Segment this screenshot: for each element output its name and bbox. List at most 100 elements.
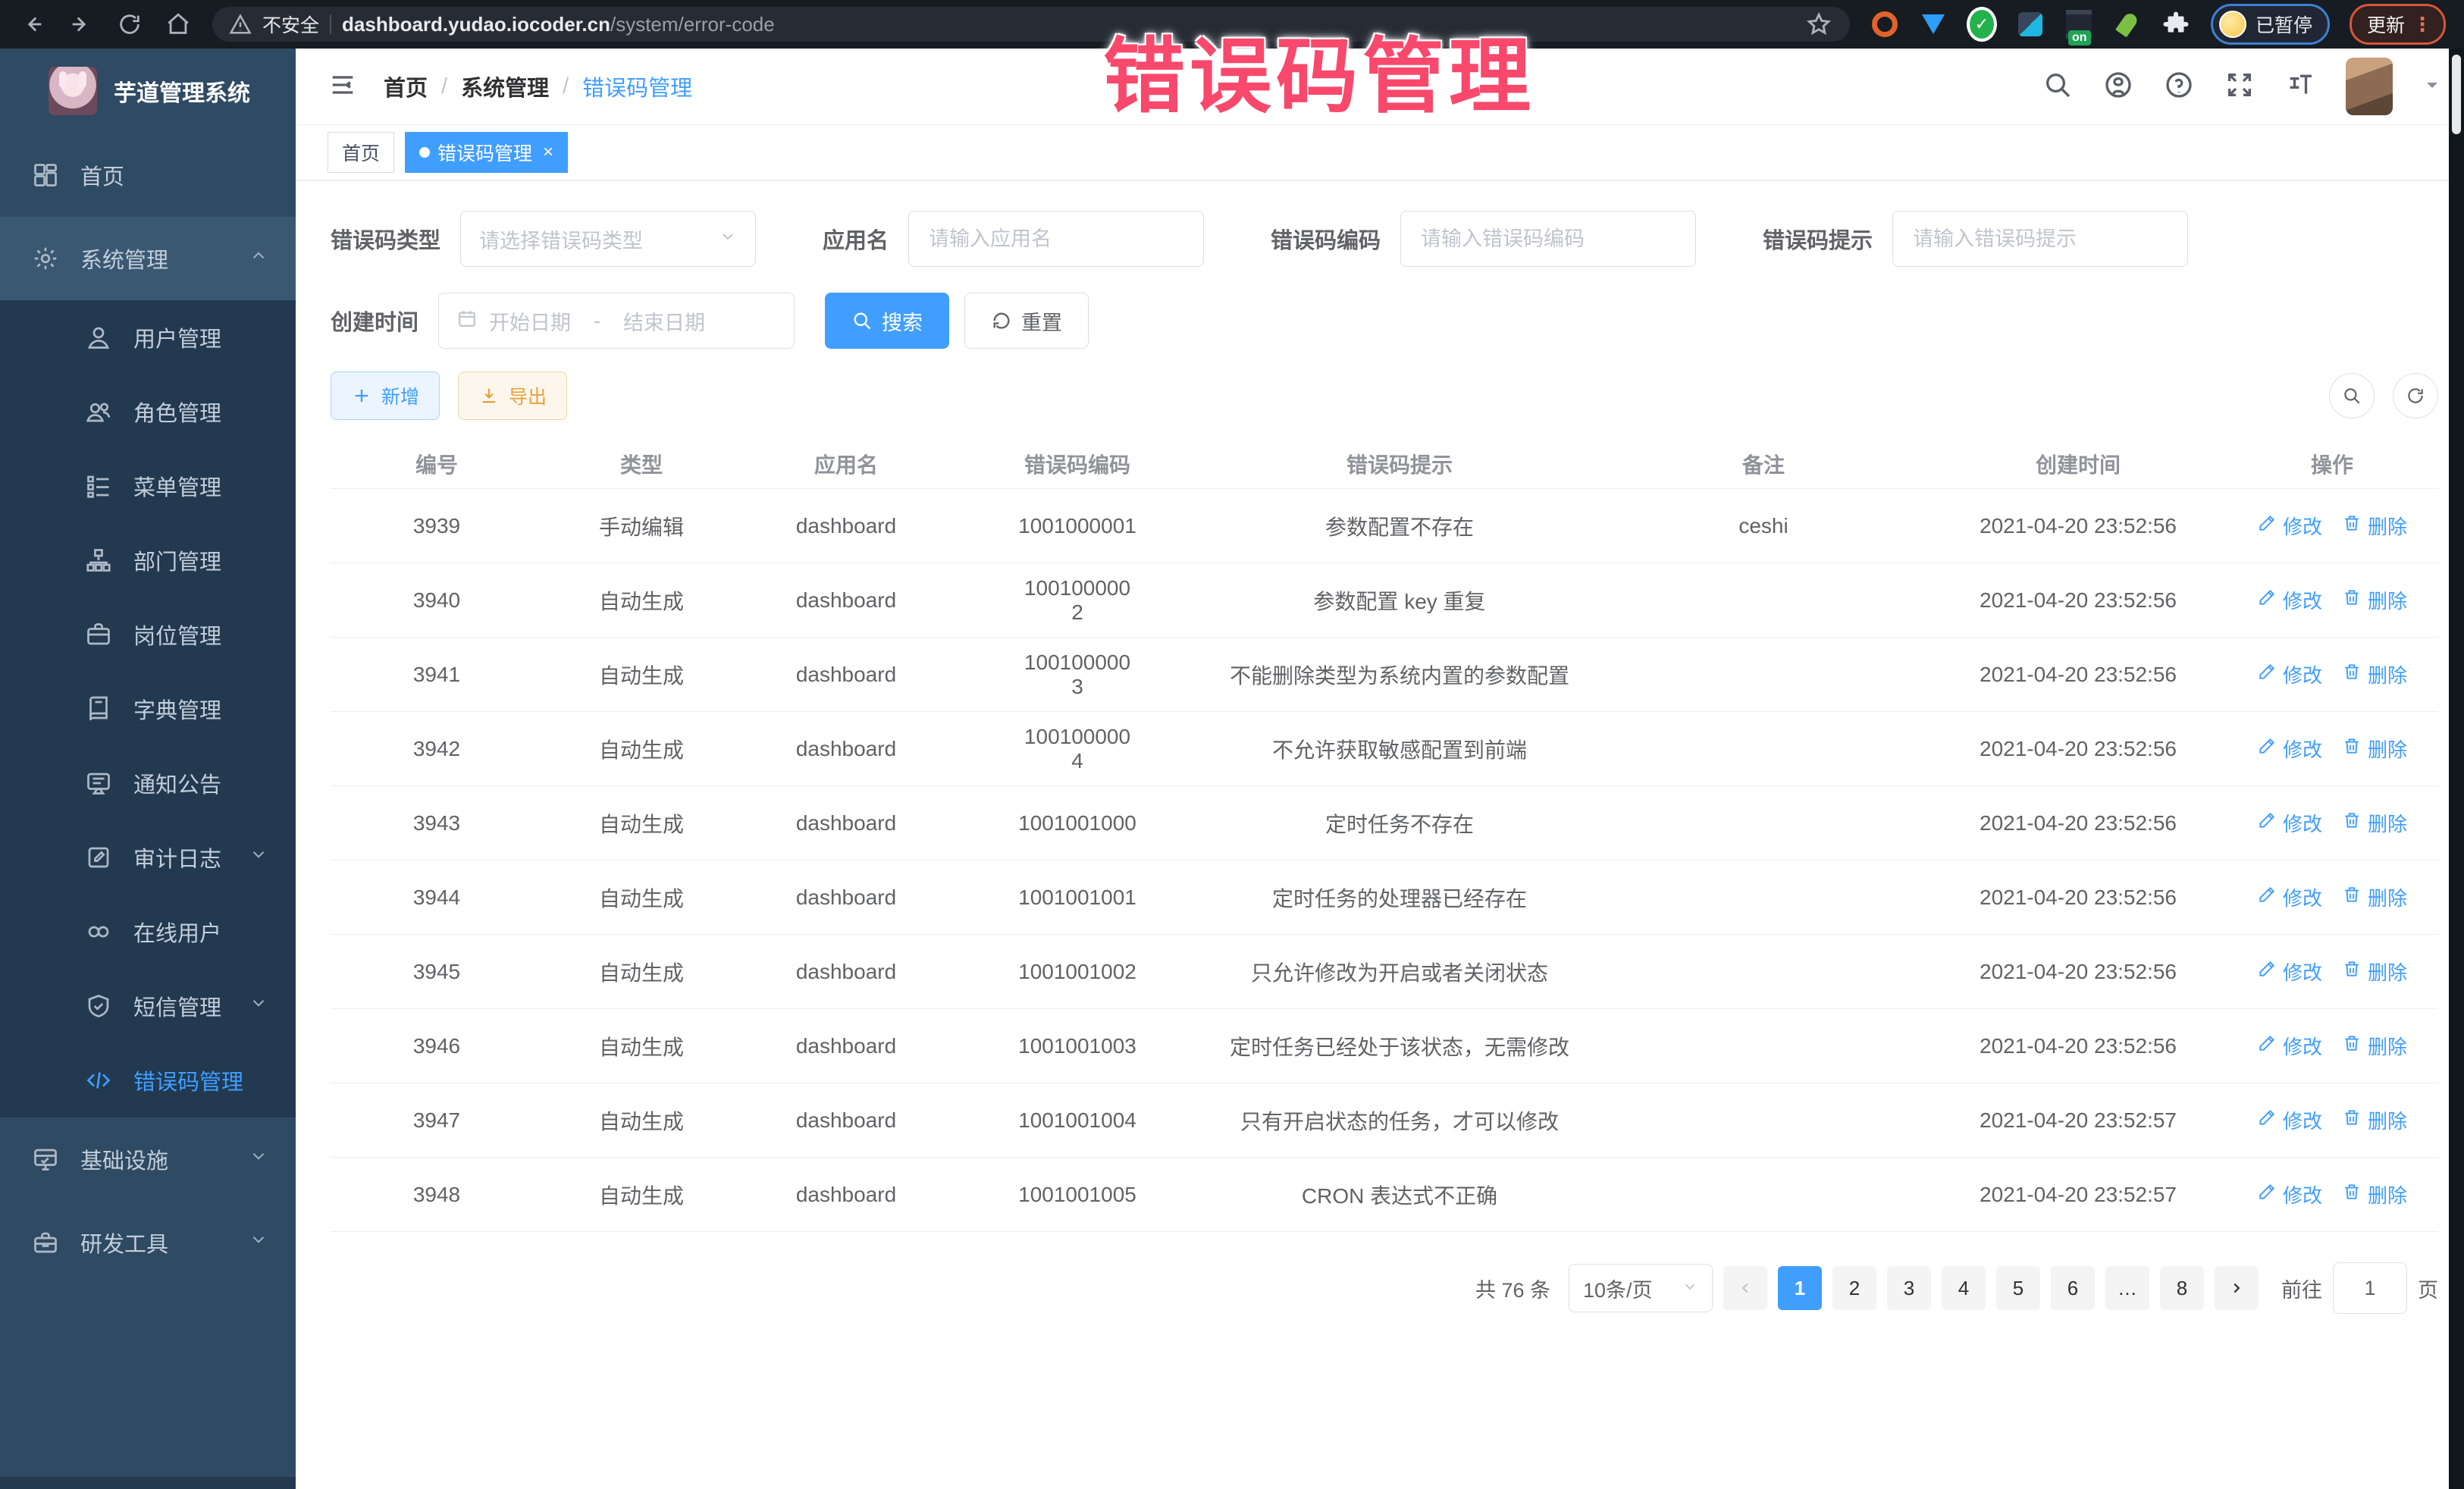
- sidebar-item-9[interactable]: 审计日志: [0, 820, 296, 895]
- next-page-button[interactable]: [2215, 1266, 2259, 1310]
- avatar-caret-down-icon[interactable]: [2423, 76, 2441, 98]
- page-size-select[interactable]: 10条/页: [1569, 1264, 1713, 1312]
- app-name-input-box: [908, 211, 1204, 267]
- sidebar-item-1[interactable]: 系统管理: [0, 217, 296, 300]
- logo-row[interactable]: 芋道管理系统: [0, 49, 296, 133]
- green-check-extension-icon[interactable]: ✓: [1967, 9, 1997, 39]
- edit-link[interactable]: 修改: [2257, 809, 2322, 837]
- app-name-input[interactable]: [927, 227, 1185, 252]
- export-button[interactable]: 导出: [458, 371, 567, 420]
- address-bar[interactable]: 不安全 dashboard.yudao.iocoder.cn/system/er…: [212, 7, 1850, 42]
- delete-link[interactable]: 删除: [2342, 1032, 2407, 1060]
- infrastructure-icon: [32, 1146, 59, 1173]
- orange-ring-extension-icon[interactable]: [1870, 9, 1900, 39]
- reload-icon[interactable]: [115, 10, 144, 39]
- page-button-5[interactable]: 5: [1996, 1266, 2040, 1310]
- sidebar-item-6[interactable]: 岗位管理: [0, 597, 296, 672]
- scrollbar-track[interactable]: [2449, 49, 2464, 1489]
- search-button[interactable]: 搜索: [825, 293, 949, 349]
- error-msg-input[interactable]: [1911, 227, 2169, 252]
- sidebar-item-10[interactable]: 在线用户: [0, 895, 296, 969]
- edit-link[interactable]: 修改: [2257, 512, 2322, 540]
- collapse-sidebar-icon[interactable]: [328, 70, 358, 104]
- scrollbar-thumb[interactable]: [2452, 55, 2461, 134]
- profile-paused-pill[interactable]: 已暂停: [2211, 4, 2330, 45]
- sidebar-item-4[interactable]: 菜单管理: [0, 449, 296, 523]
- error-code-input[interactable]: [1419, 227, 1677, 252]
- breadcrumb-item-2[interactable]: 错误码管理: [582, 71, 692, 102]
- reset-button-label: 重置: [1021, 306, 1062, 336]
- fullscreen-icon[interactable]: [2224, 70, 2255, 104]
- page-button-3[interactable]: 3: [1887, 1266, 1931, 1310]
- jump-page-input[interactable]: [2333, 1262, 2407, 1314]
- delete-link[interactable]: 删除: [2342, 883, 2407, 911]
- page-button-8[interactable]: 8: [2160, 1266, 2204, 1310]
- cell-actions: 修改 删除: [2226, 723, 2438, 775]
- table-row: 3941自动生成dashboard100100000 3不能删除类型为系统内置的…: [331, 638, 2438, 712]
- blue-grid-extension-icon[interactable]: [2015, 9, 2045, 39]
- font-size-icon[interactable]: [2285, 70, 2315, 104]
- delete-link[interactable]: 删除: [2342, 512, 2407, 540]
- delete-link[interactable]: 删除: [2342, 958, 2407, 986]
- page-button-1[interactable]: 1: [1778, 1266, 1822, 1310]
- page-button-2[interactable]: 2: [1832, 1266, 1876, 1310]
- delete-link[interactable]: 删除: [2342, 1180, 2407, 1208]
- page-button-6[interactable]: 6: [2051, 1266, 2095, 1310]
- sidebar-item-3[interactable]: 角色管理: [0, 375, 296, 449]
- delete-link[interactable]: 删除: [2342, 586, 2407, 614]
- search-icon[interactable]: [2042, 70, 2073, 104]
- sidebar-item-12[interactable]: 错误码管理: [0, 1043, 296, 1118]
- tab-0[interactable]: 首页: [328, 132, 394, 173]
- edit-link[interactable]: 修改: [2257, 586, 2322, 614]
- browser-update-button[interactable]: 更新 ⋮: [2350, 4, 2446, 45]
- breadcrumb-item-1[interactable]: 系统管理: [461, 71, 549, 102]
- sidebar-item-0[interactable]: 首页: [0, 133, 296, 217]
- forward-icon[interactable]: [67, 10, 96, 39]
- toggle-search-icon[interactable]: [2329, 373, 2375, 418]
- delete-label: 删除: [2368, 735, 2407, 763]
- sidebar-item-2[interactable]: 用户管理: [0, 300, 296, 375]
- sidebar-item-13[interactable]: 基础设施: [0, 1118, 296, 1201]
- sidebar-item-8[interactable]: 通知公告: [0, 746, 296, 820]
- trash-icon: [2342, 1108, 2362, 1133]
- bookmark-star-icon[interactable]: [1804, 10, 1833, 39]
- edit-link[interactable]: 修改: [2257, 735, 2322, 763]
- refresh-icon[interactable]: [2393, 373, 2438, 418]
- page-button-4[interactable]: 4: [1942, 1266, 1986, 1310]
- page-url[interactable]: dashboard.yudao.iocoder.cn/system/error-…: [342, 13, 775, 36]
- security-label[interactable]: 不安全: [262, 11, 319, 38]
- sidebar-item-5[interactable]: 部门管理: [0, 523, 296, 597]
- edit-link[interactable]: 修改: [2257, 1032, 2322, 1060]
- github-icon[interactable]: [2103, 70, 2133, 104]
- date-range-picker[interactable]: 开始日期 - 结束日期: [438, 293, 795, 349]
- delete-link[interactable]: 删除: [2342, 1106, 2407, 1134]
- prev-page-button[interactable]: [1723, 1266, 1767, 1310]
- tab-close-icon[interactable]: ×: [543, 142, 553, 163]
- puzzle-extension-icon[interactable]: [2161, 9, 2191, 39]
- sidebar-item-14[interactable]: 研发工具: [0, 1201, 296, 1284]
- browser-menu-icon[interactable]: ⋮: [2412, 13, 2433, 36]
- home-icon[interactable]: [164, 10, 193, 39]
- delete-link[interactable]: 删除: [2342, 809, 2407, 837]
- breadcrumb-item-0[interactable]: 首页: [384, 71, 428, 102]
- edit-link[interactable]: 修改: [2257, 883, 2322, 911]
- green-pin-extension-icon[interactable]: [2112, 9, 2143, 39]
- page-ellipsis[interactable]: …: [2105, 1266, 2149, 1310]
- user-avatar[interactable]: [2346, 58, 2393, 115]
- edit-link[interactable]: 修改: [2257, 1180, 2322, 1208]
- blue-gem-extension-icon[interactable]: [1918, 9, 1948, 39]
- sidebar-item-11[interactable]: 短信管理: [0, 969, 296, 1043]
- edit-link[interactable]: 修改: [2257, 660, 2322, 688]
- add-button[interactable]: 新增: [331, 371, 440, 420]
- error-type-select[interactable]: 请选择错误码类型: [460, 211, 756, 267]
- sidebar-item-7[interactable]: 字典管理: [0, 672, 296, 746]
- tab-1[interactable]: 错误码管理×: [405, 132, 568, 173]
- edit-link[interactable]: 修改: [2257, 1106, 2322, 1134]
- list-on-extension-icon[interactable]: on: [2064, 9, 2094, 39]
- delete-link[interactable]: 删除: [2342, 735, 2407, 763]
- edit-link[interactable]: 修改: [2257, 958, 2322, 986]
- help-icon[interactable]: [2164, 70, 2194, 104]
- reset-button[interactable]: 重置: [964, 293, 1089, 349]
- delete-link[interactable]: 删除: [2342, 660, 2407, 688]
- back-icon[interactable]: [18, 10, 47, 39]
